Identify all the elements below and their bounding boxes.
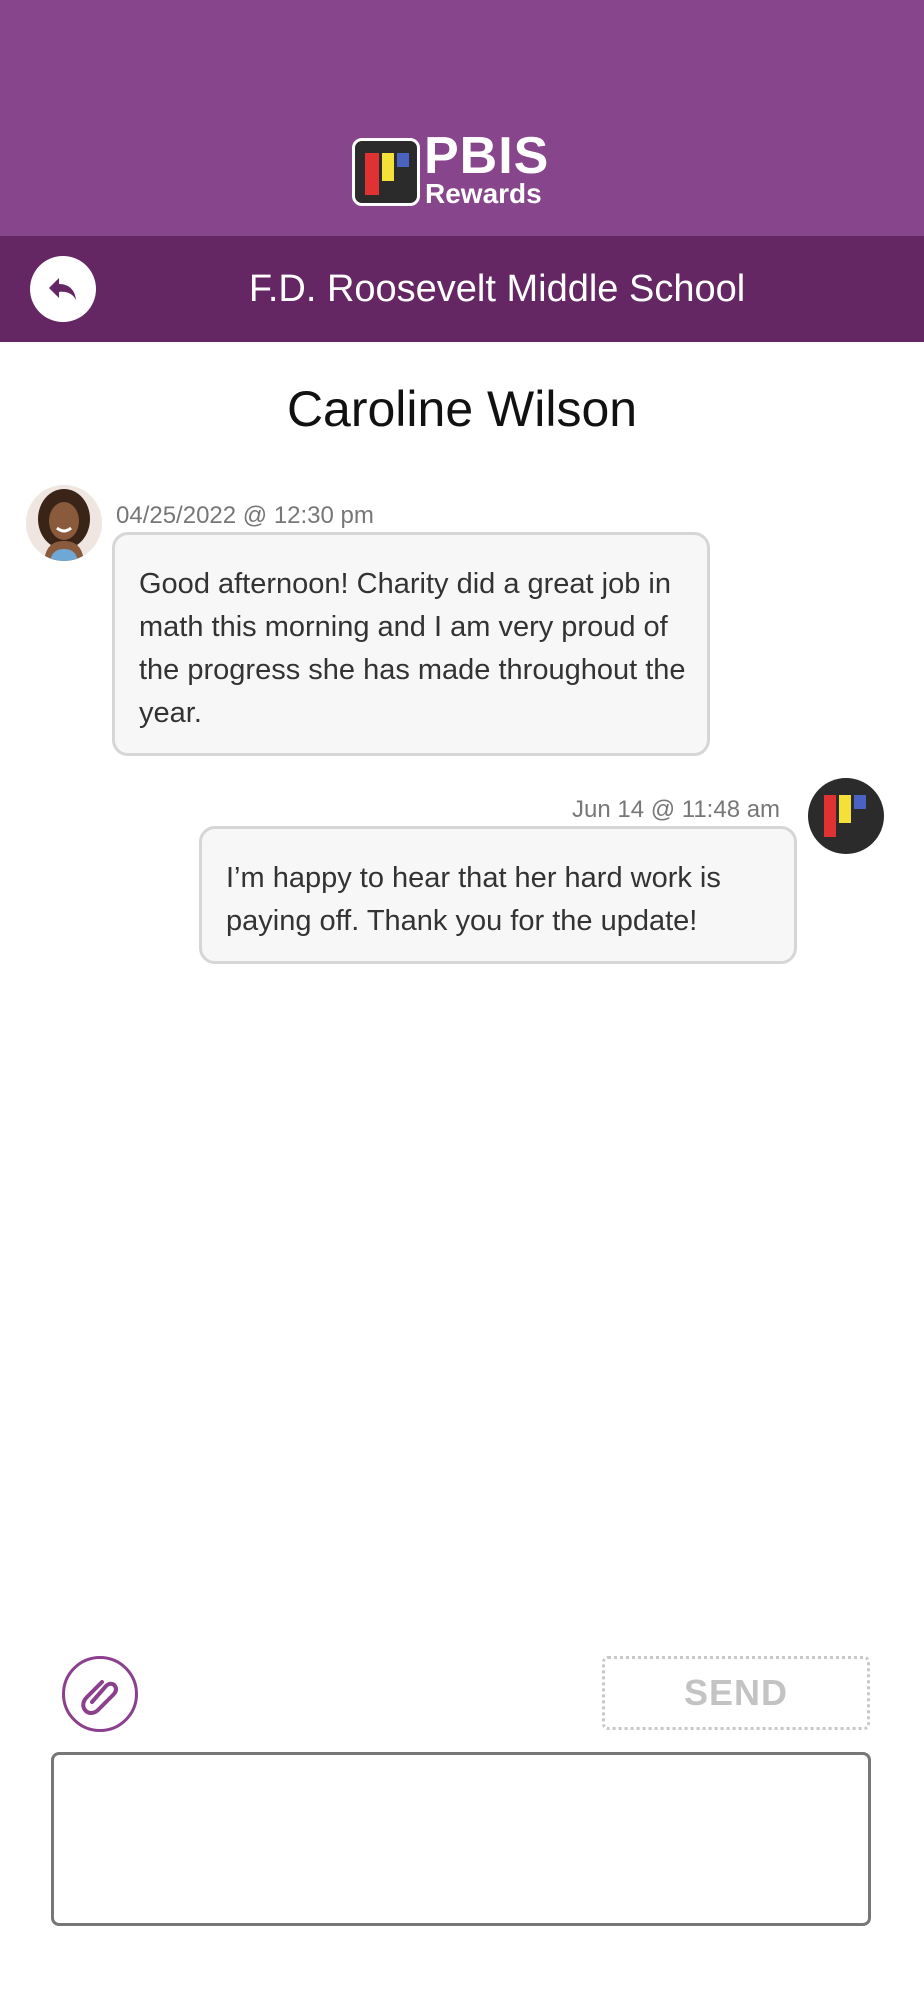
message-input[interactable] — [51, 1752, 871, 1926]
message-timestamp: 04/25/2022 @ 12:30 pm — [116, 502, 374, 529]
teacher-photo-icon — [26, 485, 102, 561]
pbis-logo-icon — [352, 138, 420, 206]
message-timestamp: Jun 14 @ 11:48 am — [572, 796, 781, 823]
attach-button[interactable] — [62, 1656, 138, 1732]
school-bar: F.D. Roosevelt Middle School — [0, 236, 924, 342]
back-arrow-icon — [49, 278, 76, 300]
logo-subtitle: Rewards — [425, 178, 542, 209]
conversation-title: Caroline Wilson — [286, 381, 638, 437]
pbis-rewards-logo: PBIS Rewards — [352, 130, 572, 210]
message-bubble-outgoing: I’m happy to hear that her hard work is … — [199, 826, 797, 964]
school-name: F.D. Roosevelt Middle School — [248, 267, 746, 310]
back-button[interactable] — [30, 256, 96, 322]
send-button[interactable]: SEND — [602, 1656, 870, 1730]
teacher-avatar — [26, 485, 102, 561]
message-text: I’m happy to hear that her hard work is … — [226, 862, 721, 937]
pbis-app-avatar — [808, 778, 884, 854]
app-header: PBIS Rewards — [0, 0, 924, 236]
paperclip-icon — [81, 1680, 119, 1715]
message-text: Good afternoon! Charity did a great job … — [139, 568, 686, 729]
message-bubble-incoming: Good afternoon! Charity did a great job … — [112, 532, 710, 756]
logo-title: PBIS — [424, 127, 550, 185]
